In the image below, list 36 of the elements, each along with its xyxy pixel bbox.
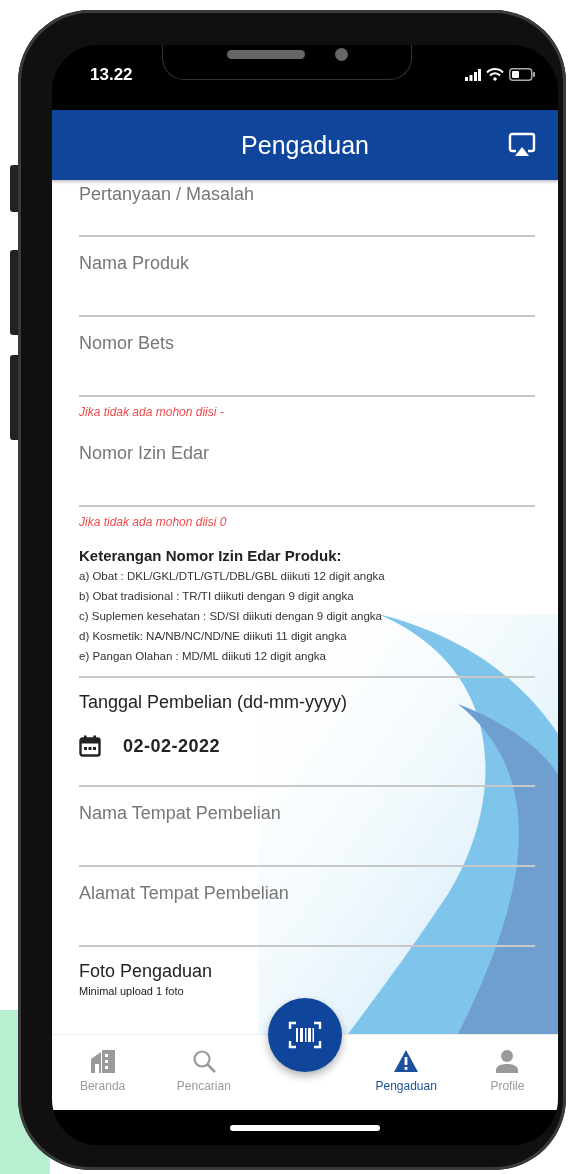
- nav-tab[interactable]: Pengaduan: [355, 1035, 457, 1110]
- battery-icon: [509, 68, 536, 81]
- barcode-scan-icon: [288, 1020, 322, 1050]
- input-field[interactable]: Nomor Izin Edar: [79, 427, 535, 507]
- nav-tab[interactable]: Beranda: [52, 1035, 154, 1110]
- input-field[interactable]: Nama Tempat Pembelian: [79, 787, 535, 867]
- scan-button[interactable]: [268, 998, 342, 1072]
- helper-text: Minimal upload 1 foto: [79, 985, 185, 997]
- warning-icon: [393, 1049, 420, 1073]
- info-line: d) Kosmetik: NA/NB/NC/ND/NE diikuti 11 digit angka: [79, 629, 348, 644]
- nav-tab[interactable]: Pencarian: [153, 1035, 255, 1110]
- hint-text: Jika tidak ada mohon diisi 0: [79, 515, 227, 529]
- building-icon: [89, 1049, 116, 1073]
- screen-title: Pengaduan: [241, 130, 369, 160]
- input-field[interactable]: Nama Produk: [79, 237, 535, 317]
- calendar-icon: [79, 735, 101, 757]
- input-field[interactable]: Pertanyaan / Masalah: [79, 180, 535, 237]
- date-field[interactable]: 02-02-2022: [79, 735, 535, 757]
- wifi-icon: [486, 68, 504, 81]
- input-field[interactable]: Alamat Tempat Pembelian: [79, 867, 535, 947]
- signal-icon: [465, 68, 481, 81]
- nav-tab[interactable]: Profile: [456, 1035, 558, 1110]
- search-icon: [191, 1049, 216, 1073]
- info-line: b) Obat tradisional : TR/TI diikuti dengan 9 digit angka: [79, 589, 355, 604]
- person-icon: [495, 1049, 520, 1073]
- field-label: Foto Pengaduan: [79, 961, 214, 982]
- info-line: e) Pangan Olahan : MD/ML diikuti 12 digit angka: [79, 649, 327, 664]
- info-line: a) Obat : DKL/GKL/DTL/GTL/DBL/GBL diikuti 12 digit angka: [79, 569, 386, 584]
- home-indicator[interactable]: [230, 1124, 380, 1131]
- info-line: c) Suplemen kesehatan : SD/SI diikuti dengan 9 digit angka: [79, 609, 384, 624]
- cast-icon[interactable]: [508, 132, 536, 158]
- field-label: Tanggal Pembelian (dd-mm-yyyy): [79, 692, 349, 713]
- info-title: Keterangan Nomor Izin Edar Produk:: [79, 547, 343, 564]
- input-field[interactable]: Nomor Bets: [79, 317, 535, 397]
- status-time: 13.22: [90, 64, 133, 85]
- hint-text: Jika tidak ada mohon diisi -: [79, 405, 224, 419]
